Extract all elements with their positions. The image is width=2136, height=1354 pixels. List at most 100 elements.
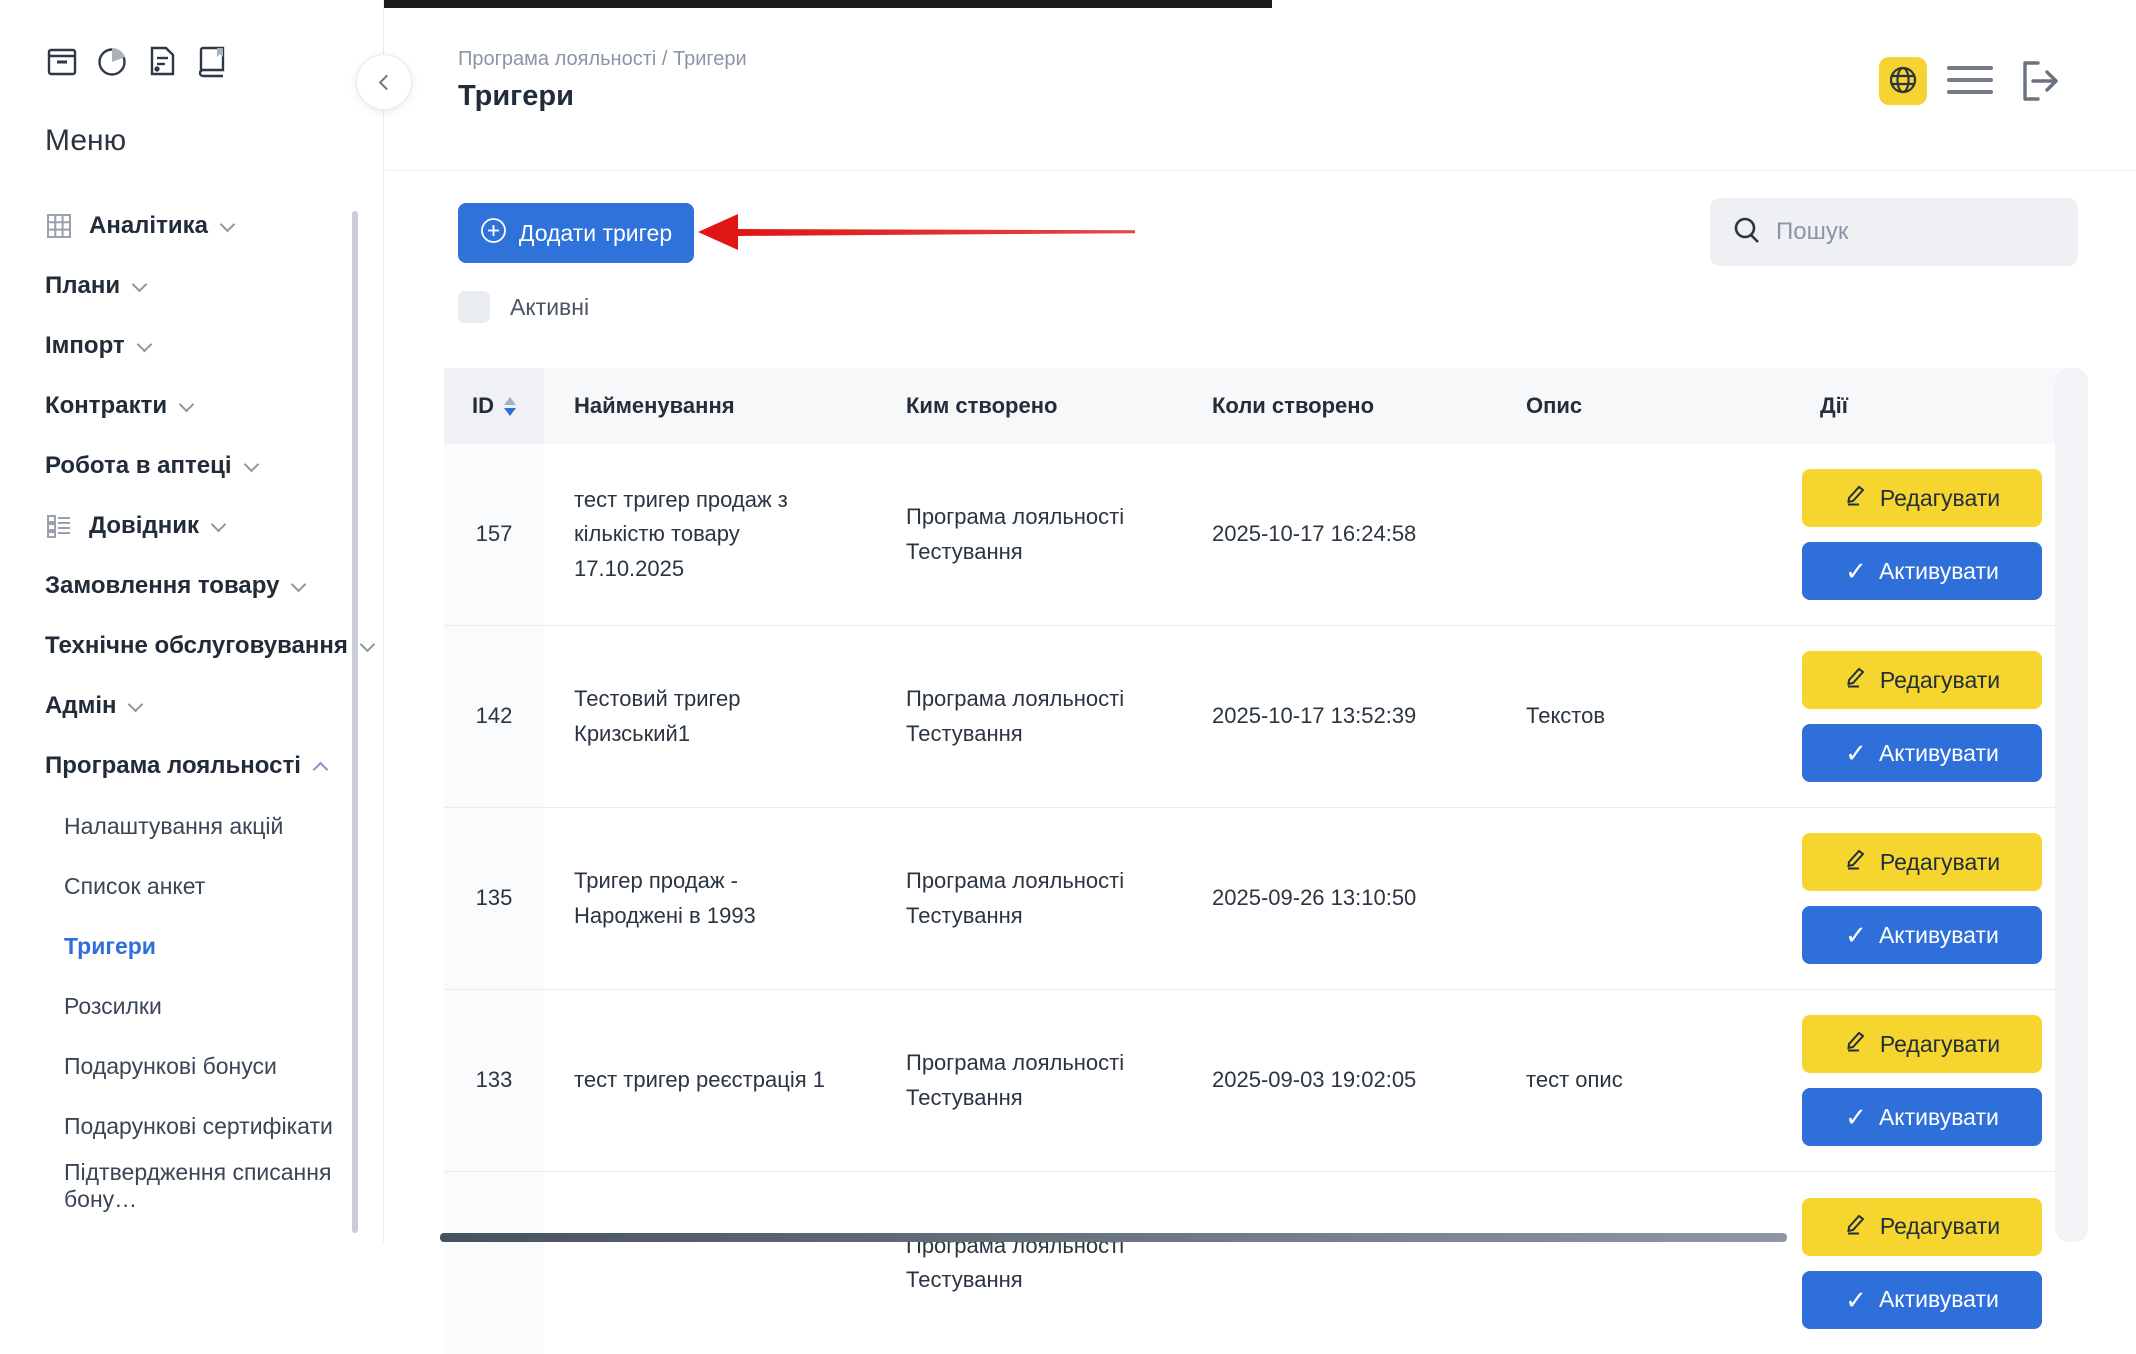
chevron-up-icon [313,761,329,777]
sidebar-item-import[interactable]: Імпорт [0,316,384,376]
edit-button[interactable]: Редагувати [1802,469,2042,527]
horizontal-scrollbar[interactable] [440,1233,1787,1242]
check-icon: ✓ [1845,740,1867,766]
sidebar-item-label: Робота в аптеці [45,452,232,480]
pencil-icon [1844,1212,1868,1242]
logout-icon[interactable] [2018,58,2064,104]
table-row: Програма лояльності Тестування Редагуват… [444,1172,2066,1354]
sidebar-item-programa-loyalnosti[interactable]: Програма лояльності [0,736,384,796]
cell-description: тест опис [1506,990,1800,1171]
column-header-id[interactable]: ID [444,368,544,444]
cell-created: 2025-09-03 19:02:05 [1192,990,1506,1171]
table-row: 135 Тригер продаж - Народжені в 1993 Про… [444,808,2066,990]
sidebar-item-label: Аналітика [89,212,208,240]
column-header-actions: Дії [1800,368,2066,444]
sidebar-subitem-nalashtuvannya-akciy[interactable]: Налаштування акцій [0,796,384,856]
vertical-scrollbar[interactable] [2055,368,2088,1242]
menu-icon[interactable] [1947,66,1993,94]
edit-button[interactable]: Редагувати [1802,1015,2042,1073]
chevron-down-icon [220,216,236,232]
sort-icon[interactable] [504,397,516,416]
cell-creator: Програма лояльності Тестування [906,864,1146,932]
edit-button[interactable]: Редагувати [1802,833,2042,891]
list-icon [45,512,73,540]
cell-description [1506,1172,1800,1354]
activate-button[interactable]: ✓Активувати [1802,1271,2042,1329]
activate-button[interactable]: ✓Активувати [1802,542,2042,600]
sidebar-item-analitika[interactable]: Аналітика [0,196,384,256]
chevron-down-icon [243,456,259,472]
sidebar-subitem-rozsylky[interactable]: Розсилки [0,976,384,1036]
sidebar-scrollbar[interactable] [352,211,358,1233]
pencil-icon [1844,1029,1868,1059]
pencil-icon [1844,483,1868,513]
add-trigger-button[interactable]: Додати тригер [458,203,694,263]
edit-button[interactable]: Редагувати [1802,651,2042,709]
cell-name: тест тригер продаж з кількістю товару 17… [574,483,829,585]
globe-icon [1887,64,1919,99]
active-filter: Активні [458,291,589,323]
sidebar-item-plany[interactable]: Плани [0,256,384,316]
activate-button[interactable]: ✓Активувати [1802,1088,2042,1146]
book-icon[interactable] [195,44,229,83]
edit-button[interactable]: Редагувати [1802,1198,2042,1256]
search-input[interactable] [1776,218,2036,246]
sidebar-item-dovidnyk[interactable]: Довідник [0,496,384,556]
activate-button[interactable]: ✓Активувати [1802,906,2042,964]
annotation-arrow [690,205,1140,257]
sidebar-item-label: Розсилки [64,993,162,1020]
archive-icon[interactable] [45,44,79,83]
sidebar-item-label: Подарункові бонуси [64,1053,277,1080]
cell-created: 2025-10-17 16:24:58 [1192,444,1506,625]
sidebar-title: Меню [45,124,126,158]
sidebar-item-label: Плани [45,272,120,300]
column-header-creator: Ким створено [886,368,1192,444]
cell-name: Тригер продаж - Народжені в 1993 [574,864,829,932]
sidebar-item-label: Довідник [89,512,199,540]
sidebar-item-label: Програма лояльності [45,752,301,780]
cell-id: 142 [444,626,544,807]
check-icon: ✓ [1845,558,1867,584]
add-trigger-label: Додати тригер [519,220,672,247]
cell-name: Тестовий тригер Кризський1 [574,682,829,750]
breadcrumb[interactable]: Програма лояльності / Тригери [458,48,747,71]
chevron-down-icon [211,516,227,532]
table-row: 157 тест тригер продаж з кількістю товар… [444,444,2066,626]
chevron-down-icon [179,396,195,412]
sidebar-subitem-trygery[interactable]: Тригери [0,916,384,976]
sidebar-item-kontrakty[interactable]: Контракти [0,376,384,436]
sidebar-item-label: Імпорт [45,332,125,360]
search-box[interactable] [1710,198,2078,266]
document-icon[interactable] [145,44,179,83]
active-checkbox[interactable] [458,291,490,323]
cell-creator: Програма лояльності Тестування [906,682,1146,750]
language-button[interactable] [1879,57,1927,105]
sidebar-collapse-button[interactable] [356,54,412,110]
check-icon: ✓ [1845,1287,1867,1313]
sidebar-item-label: Тригери [64,933,156,960]
sidebar-subitem-pidtverdzhennya-spysannya[interactable]: Підтвердження списання бону… [0,1156,384,1216]
page-title: Тригери [458,80,574,113]
chevron-down-icon [360,636,376,652]
sidebar-item-admin[interactable]: Адмін [0,676,384,736]
sidebar-item-label: Подарункові сертифікати [64,1113,333,1140]
cell-creator: Програма лояльності Тестування [906,1046,1146,1114]
active-checkbox-label: Активні [510,294,589,321]
sidebar-item-zamovlennya-tovaru[interactable]: Замовлення товару [0,556,384,616]
cell-created: 2025-09-26 13:10:50 [1192,808,1506,989]
sidebar-item-tehnichne-obslugovuvannya[interactable]: Технічне обслуговування [0,616,384,676]
sidebar-subitem-spysok-anket[interactable]: Список анкет [0,856,384,916]
sidebar: Меню Аналітика Плани Імпорт Контракти Ро… [0,0,384,1242]
sidebar-item-robota-v-apteci[interactable]: Робота в аптеці [0,436,384,496]
sidebar-item-label: Замовлення товару [45,572,279,600]
sidebar-subitem-podarunkovi-bonusy[interactable]: Подарункові бонуси [0,1036,384,1096]
sidebar-item-label: Технічне обслуговування [45,632,348,660]
sidebar-subitem-podarunkovi-sertyfikaty[interactable]: Подарункові сертифікати [0,1096,384,1156]
sidebar-item-label: Налаштування акцій [64,813,283,840]
column-header-description: Опис [1506,368,1800,444]
cell-created [1192,1172,1506,1354]
activate-button[interactable]: ✓Активувати [1802,724,2042,782]
sidebar-item-label: Список анкет [64,873,205,900]
cell-id [444,1172,544,1354]
pie-chart-icon[interactable] [95,44,129,83]
